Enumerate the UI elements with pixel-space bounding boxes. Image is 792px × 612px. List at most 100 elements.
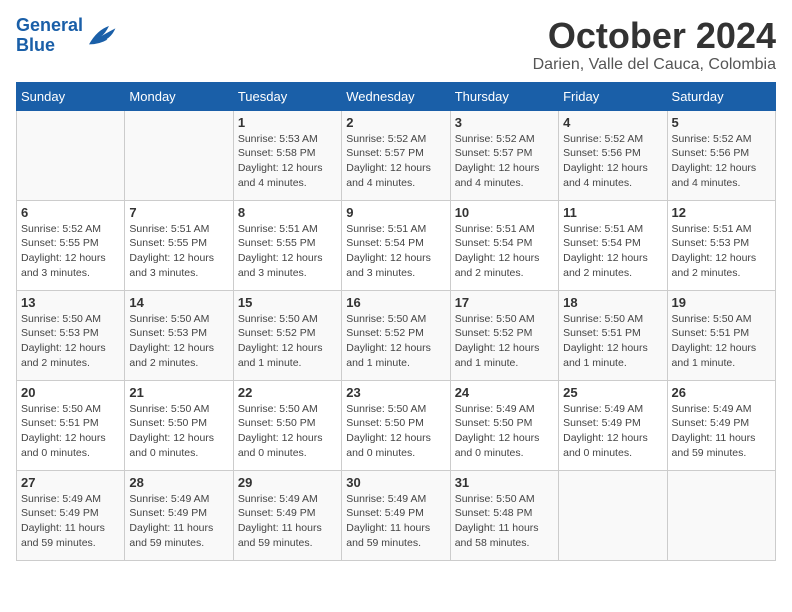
day-info: Sunrise: 5:51 AMSunset: 5:54 PMDaylight:…: [563, 222, 662, 281]
day-number: 13: [21, 295, 120, 310]
day-info: Sunrise: 5:50 AMSunset: 5:51 PMDaylight:…: [21, 402, 120, 461]
day-number: 21: [129, 385, 228, 400]
weekday-header-monday: Monday: [125, 82, 233, 110]
day-info: Sunrise: 5:50 AMSunset: 5:48 PMDaylight:…: [455, 492, 554, 551]
day-info: Sunrise: 5:50 AMSunset: 5:52 PMDaylight:…: [238, 312, 337, 371]
day-number: 26: [672, 385, 771, 400]
calendar-cell: 7 Sunrise: 5:51 AMSunset: 5:55 PMDaylight…: [125, 200, 233, 290]
day-info: Sunrise: 5:49 AMSunset: 5:49 PMDaylight:…: [563, 402, 662, 461]
calendar-cell: 9Sunrise: 5:51 AMSunset: 5:54 PMDaylight…: [342, 200, 450, 290]
day-number: 18: [563, 295, 662, 310]
calendar-cell: 27 Sunrise: 5:49 AMSunset: 5:49 PMDayligh…: [17, 470, 125, 560]
calendar-week-2: 6 Sunrise: 5:52 AMSunset: 5:55 PMDaylight…: [17, 200, 776, 290]
calendar-cell: 19Sunrise: 5:50 AMSunset: 5:51 PMDayligh…: [667, 290, 775, 380]
logo-line2: Blue: [16, 35, 55, 55]
weekday-header-tuesday: Tuesday: [233, 82, 341, 110]
day-info: Sunrise: 5:49 AMSunset: 5:49 PMDaylight:…: [346, 492, 445, 551]
day-info: Sunrise: 5:51 AMSunset: 5:54 PMDaylight:…: [455, 222, 554, 281]
day-number: 28: [129, 475, 228, 490]
day-number: 2: [346, 115, 445, 130]
weekday-header-sunday: Sunday: [17, 82, 125, 110]
day-number: 4: [563, 115, 662, 130]
day-info: Sunrise: 5:50 AMSunset: 5:52 PMDaylight:…: [455, 312, 554, 371]
calendar-header: SundayMondayTuesdayWednesdayThursdayFrid…: [17, 82, 776, 110]
day-info: Sunrise: 5:51 AMSunset: 5:55 PMDaylight:…: [129, 222, 228, 281]
calendar-cell: 14Sunrise: 5:50 AMSunset: 5:53 PMDayligh…: [125, 290, 233, 380]
weekday-row: SundayMondayTuesdayWednesdayThursdayFrid…: [17, 82, 776, 110]
day-info: Sunrise: 5:49 AMSunset: 5:49 PMDaylight:…: [129, 492, 228, 551]
calendar-table: SundayMondayTuesdayWednesdayThursdayFrid…: [16, 82, 776, 561]
calendar-cell: [17, 110, 125, 200]
day-info: Sunrise: 5:50 AMSunset: 5:50 PMDaylight:…: [346, 402, 445, 461]
calendar-cell: 2 Sunrise: 5:52 AMSunset: 5:57 PMDaylight…: [342, 110, 450, 200]
day-number: 30: [346, 475, 445, 490]
day-info: Sunrise: 5:50 AMSunset: 5:50 PMDaylight:…: [129, 402, 228, 461]
day-info: Sunrise: 5:50 AMSunset: 5:51 PMDaylight:…: [563, 312, 662, 371]
calendar-cell: 28 Sunrise: 5:49 AMSunset: 5:49 PMDayligh…: [125, 470, 233, 560]
day-info: Sunrise: 5:52 AMSunset: 5:57 PMDaylight:…: [346, 132, 445, 191]
calendar-cell: 29 Sunrise: 5:49 AMSunset: 5:49 PMDayligh…: [233, 470, 341, 560]
calendar-cell: 25 Sunrise: 5:49 AMSunset: 5:49 PMDayligh…: [559, 380, 667, 470]
calendar-week-3: 13Sunrise: 5:50 AMSunset: 5:53 PMDayligh…: [17, 290, 776, 380]
day-info: Sunrise: 5:49 AMSunset: 5:50 PMDaylight:…: [455, 402, 554, 461]
weekday-header-thursday: Thursday: [450, 82, 558, 110]
calendar-cell: 20 Sunrise: 5:50 AMSunset: 5:51 PMDayligh…: [17, 380, 125, 470]
calendar-week-1: 1Sunrise: 5:53 AMSunset: 5:58 PMDaylight…: [17, 110, 776, 200]
calendar-cell: 3 Sunrise: 5:52 AMSunset: 5:57 PMDaylight…: [450, 110, 558, 200]
day-info: Sunrise: 5:49 AMSunset: 5:49 PMDaylight:…: [21, 492, 120, 551]
calendar-cell: 24 Sunrise: 5:49 AMSunset: 5:50 PMDayligh…: [450, 380, 558, 470]
day-number: 6: [21, 205, 120, 220]
logo-bird-icon: [85, 22, 117, 50]
day-info: Sunrise: 5:52 AMSunset: 5:55 PMDaylight:…: [21, 222, 120, 281]
location-subtitle: Darien, Valle del Cauca, Colombia: [533, 56, 776, 74]
calendar-cell: 15 Sunrise: 5:50 AMSunset: 5:52 PMDayligh…: [233, 290, 341, 380]
day-info: Sunrise: 5:49 AMSunset: 5:49 PMDaylight:…: [238, 492, 337, 551]
page-header: General Blue October 2024 Darien, Valle …: [16, 16, 776, 74]
calendar-cell: 18 Sunrise: 5:50 AMSunset: 5:51 PMDayligh…: [559, 290, 667, 380]
calendar-week-4: 20 Sunrise: 5:50 AMSunset: 5:51 PMDayligh…: [17, 380, 776, 470]
day-number: 15: [238, 295, 337, 310]
calendar-cell: 31 Sunrise: 5:50 AMSunset: 5:48 PMDayligh…: [450, 470, 558, 560]
title-block: October 2024 Darien, Valle del Cauca, Co…: [533, 16, 776, 74]
logo-line1: General: [16, 15, 83, 35]
calendar-cell: 8Sunrise: 5:51 AMSunset: 5:55 PMDaylight…: [233, 200, 341, 290]
calendar-body: 1Sunrise: 5:53 AMSunset: 5:58 PMDaylight…: [17, 110, 776, 560]
day-number: 19: [672, 295, 771, 310]
calendar-cell: 17 Sunrise: 5:50 AMSunset: 5:52 PMDayligh…: [450, 290, 558, 380]
calendar-cell: [125, 110, 233, 200]
day-number: 10: [455, 205, 554, 220]
day-number: 25: [563, 385, 662, 400]
day-number: 3: [455, 115, 554, 130]
day-number: 5: [672, 115, 771, 130]
logo: General Blue: [16, 16, 117, 56]
day-number: 17: [455, 295, 554, 310]
calendar-cell: [559, 470, 667, 560]
day-number: 22: [238, 385, 337, 400]
day-number: 7: [129, 205, 228, 220]
day-number: 20: [21, 385, 120, 400]
calendar-cell: 30 Sunrise: 5:49 AMSunset: 5:49 PMDayligh…: [342, 470, 450, 560]
calendar-cell: 11Sunrise: 5:51 AMSunset: 5:54 PMDayligh…: [559, 200, 667, 290]
logo-text: General Blue: [16, 16, 83, 56]
day-info: Sunrise: 5:52 AMSunset: 5:56 PMDaylight:…: [672, 132, 771, 191]
day-info: Sunrise: 5:52 AMSunset: 5:57 PMDaylight:…: [455, 132, 554, 191]
day-number: 27: [21, 475, 120, 490]
day-number: 8: [238, 205, 337, 220]
calendar-cell: 13Sunrise: 5:50 AMSunset: 5:53 PMDayligh…: [17, 290, 125, 380]
day-info: Sunrise: 5:53 AMSunset: 5:58 PMDaylight:…: [238, 132, 337, 191]
calendar-cell: 1Sunrise: 5:53 AMSunset: 5:58 PMDaylight…: [233, 110, 341, 200]
day-number: 24: [455, 385, 554, 400]
weekday-header-friday: Friday: [559, 82, 667, 110]
day-info: Sunrise: 5:49 AMSunset: 5:49 PMDaylight:…: [672, 402, 771, 461]
day-number: 29: [238, 475, 337, 490]
calendar-cell: 22Sunrise: 5:50 AMSunset: 5:50 PMDayligh…: [233, 380, 341, 470]
day-number: 16: [346, 295, 445, 310]
day-number: 31: [455, 475, 554, 490]
day-number: 14: [129, 295, 228, 310]
calendar-cell: 5 Sunrise: 5:52 AMSunset: 5:56 PMDaylight…: [667, 110, 775, 200]
day-info: Sunrise: 5:50 AMSunset: 5:52 PMDaylight:…: [346, 312, 445, 371]
calendar-cell: 26 Sunrise: 5:49 AMSunset: 5:49 PMDayligh…: [667, 380, 775, 470]
calendar-cell: [667, 470, 775, 560]
calendar-cell: 21 Sunrise: 5:50 AMSunset: 5:50 PMDayligh…: [125, 380, 233, 470]
day-info: Sunrise: 5:51 AMSunset: 5:53 PMDaylight:…: [672, 222, 771, 281]
